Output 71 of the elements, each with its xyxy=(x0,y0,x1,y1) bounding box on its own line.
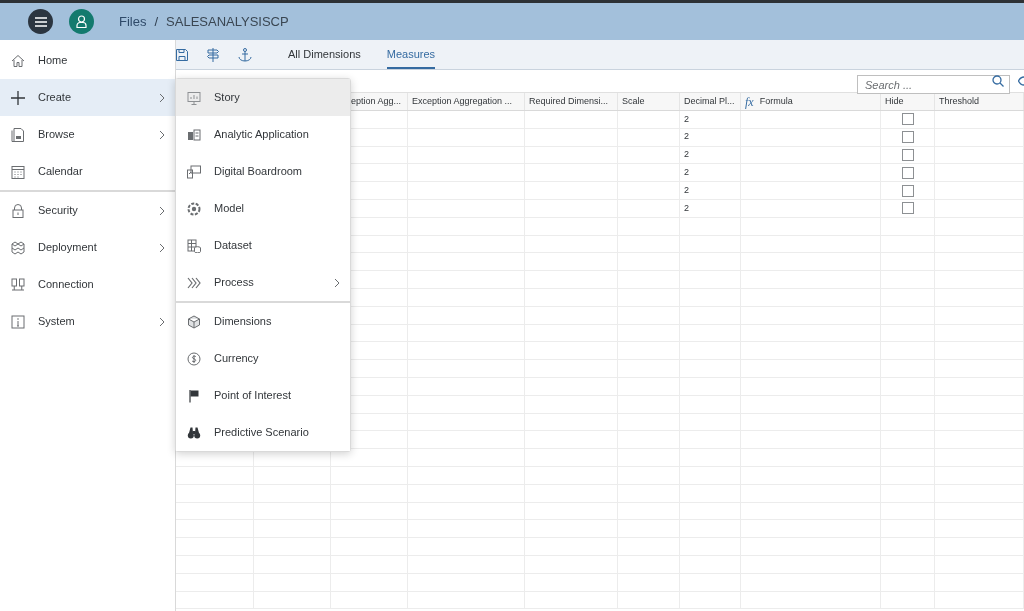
anchor-icon[interactable] xyxy=(238,47,252,62)
column-label: Formula xyxy=(759,94,793,108)
cube-icon xyxy=(187,314,201,329)
checkbox[interactable] xyxy=(901,113,914,126)
menu-item[interactable]: Analytic Application xyxy=(176,116,350,153)
signpost-icon[interactable] xyxy=(207,47,219,62)
column-header[interactable]: Threshold xyxy=(939,94,980,109)
formula-icon: fx xyxy=(745,92,754,111)
breadcrumb-current: SALESANALYSISCP xyxy=(166,12,289,31)
menu-item[interactable]: Currency xyxy=(176,340,350,377)
column-header[interactable]: Hide xyxy=(885,94,904,109)
menu-item[interactable]: Process xyxy=(176,264,350,301)
column-header[interactable]: Required Dimensi... xyxy=(529,94,609,109)
column-header[interactable]: Scale xyxy=(622,94,645,109)
lock-icon xyxy=(11,203,25,218)
chevron-right-icon xyxy=(159,316,165,327)
table-cell-text: 2 xyxy=(684,201,689,215)
menu-item[interactable]: Digital Boardroom xyxy=(176,153,350,190)
application-icon xyxy=(187,127,201,142)
column-header[interactable]: Decimal Pl... xyxy=(684,94,735,109)
formula-column-header[interactable]: fx Formula xyxy=(745,92,793,111)
gear-icon xyxy=(187,201,201,216)
checkbox[interactable] xyxy=(901,149,914,161)
checkbox[interactable] xyxy=(901,131,914,144)
menu-item[interactable]: Story xyxy=(176,79,350,116)
checkbox[interactable] xyxy=(901,184,914,197)
chevron-right-icon xyxy=(159,242,165,253)
calendar-icon xyxy=(11,164,25,179)
search-field[interactable]: Search ... xyxy=(857,75,1010,94)
column-header[interactable]: eption Agg... xyxy=(351,94,402,109)
menu-item[interactable]: Create xyxy=(0,79,175,116)
menu-item[interactable]: Model xyxy=(176,190,350,227)
flag-icon xyxy=(187,388,201,403)
table-cell: 2 xyxy=(684,166,689,180)
screens-icon xyxy=(187,164,201,179)
table-cell-text: 2 xyxy=(684,183,689,197)
save-icon[interactable] xyxy=(176,48,188,61)
home-icon xyxy=(11,53,25,68)
avatar-button[interactable] xyxy=(69,9,94,34)
checkbox[interactable] xyxy=(901,166,914,179)
column-header[interactable]: Exception Aggregation ... xyxy=(412,94,513,109)
menu-icon xyxy=(34,16,47,27)
chevrons-icon xyxy=(187,275,201,290)
menu-button[interactable] xyxy=(28,9,53,34)
table-cell-text: 2 xyxy=(684,112,689,126)
chevron-right-icon xyxy=(159,205,165,216)
menu-item[interactable]: Dimensions xyxy=(176,303,350,340)
menu-item[interactable]: Point of Interest xyxy=(176,377,350,414)
tab[interactable]: All Dimensions xyxy=(288,40,361,69)
chevron-right-icon xyxy=(334,277,340,288)
checkbox[interactable] xyxy=(901,202,914,215)
stacked-boxes-icon xyxy=(11,240,25,255)
table-cell: 2 xyxy=(684,130,689,144)
binoculars-icon xyxy=(187,425,201,440)
menu-item[interactable]: Predictive Scenario xyxy=(176,414,350,451)
table-cell: 2 xyxy=(684,148,689,162)
menu-item[interactable]: Dataset xyxy=(176,227,350,264)
chevron-right-icon xyxy=(159,92,165,103)
dollar-coin-icon xyxy=(187,351,201,366)
breadcrumb-link[interactable]: Files xyxy=(119,11,147,32)
presentation-icon xyxy=(187,90,201,105)
search-icon xyxy=(992,74,1004,87)
plus-icon xyxy=(11,90,25,105)
info-icon xyxy=(11,314,25,329)
breadcrumb-separator: / xyxy=(154,12,159,31)
person-icon xyxy=(76,15,87,28)
tab[interactable]: Measures xyxy=(386,40,436,69)
table-database-icon xyxy=(187,238,201,253)
chevron-right-icon xyxy=(159,129,165,140)
connection-icon xyxy=(11,277,25,292)
document-icon xyxy=(11,127,25,142)
